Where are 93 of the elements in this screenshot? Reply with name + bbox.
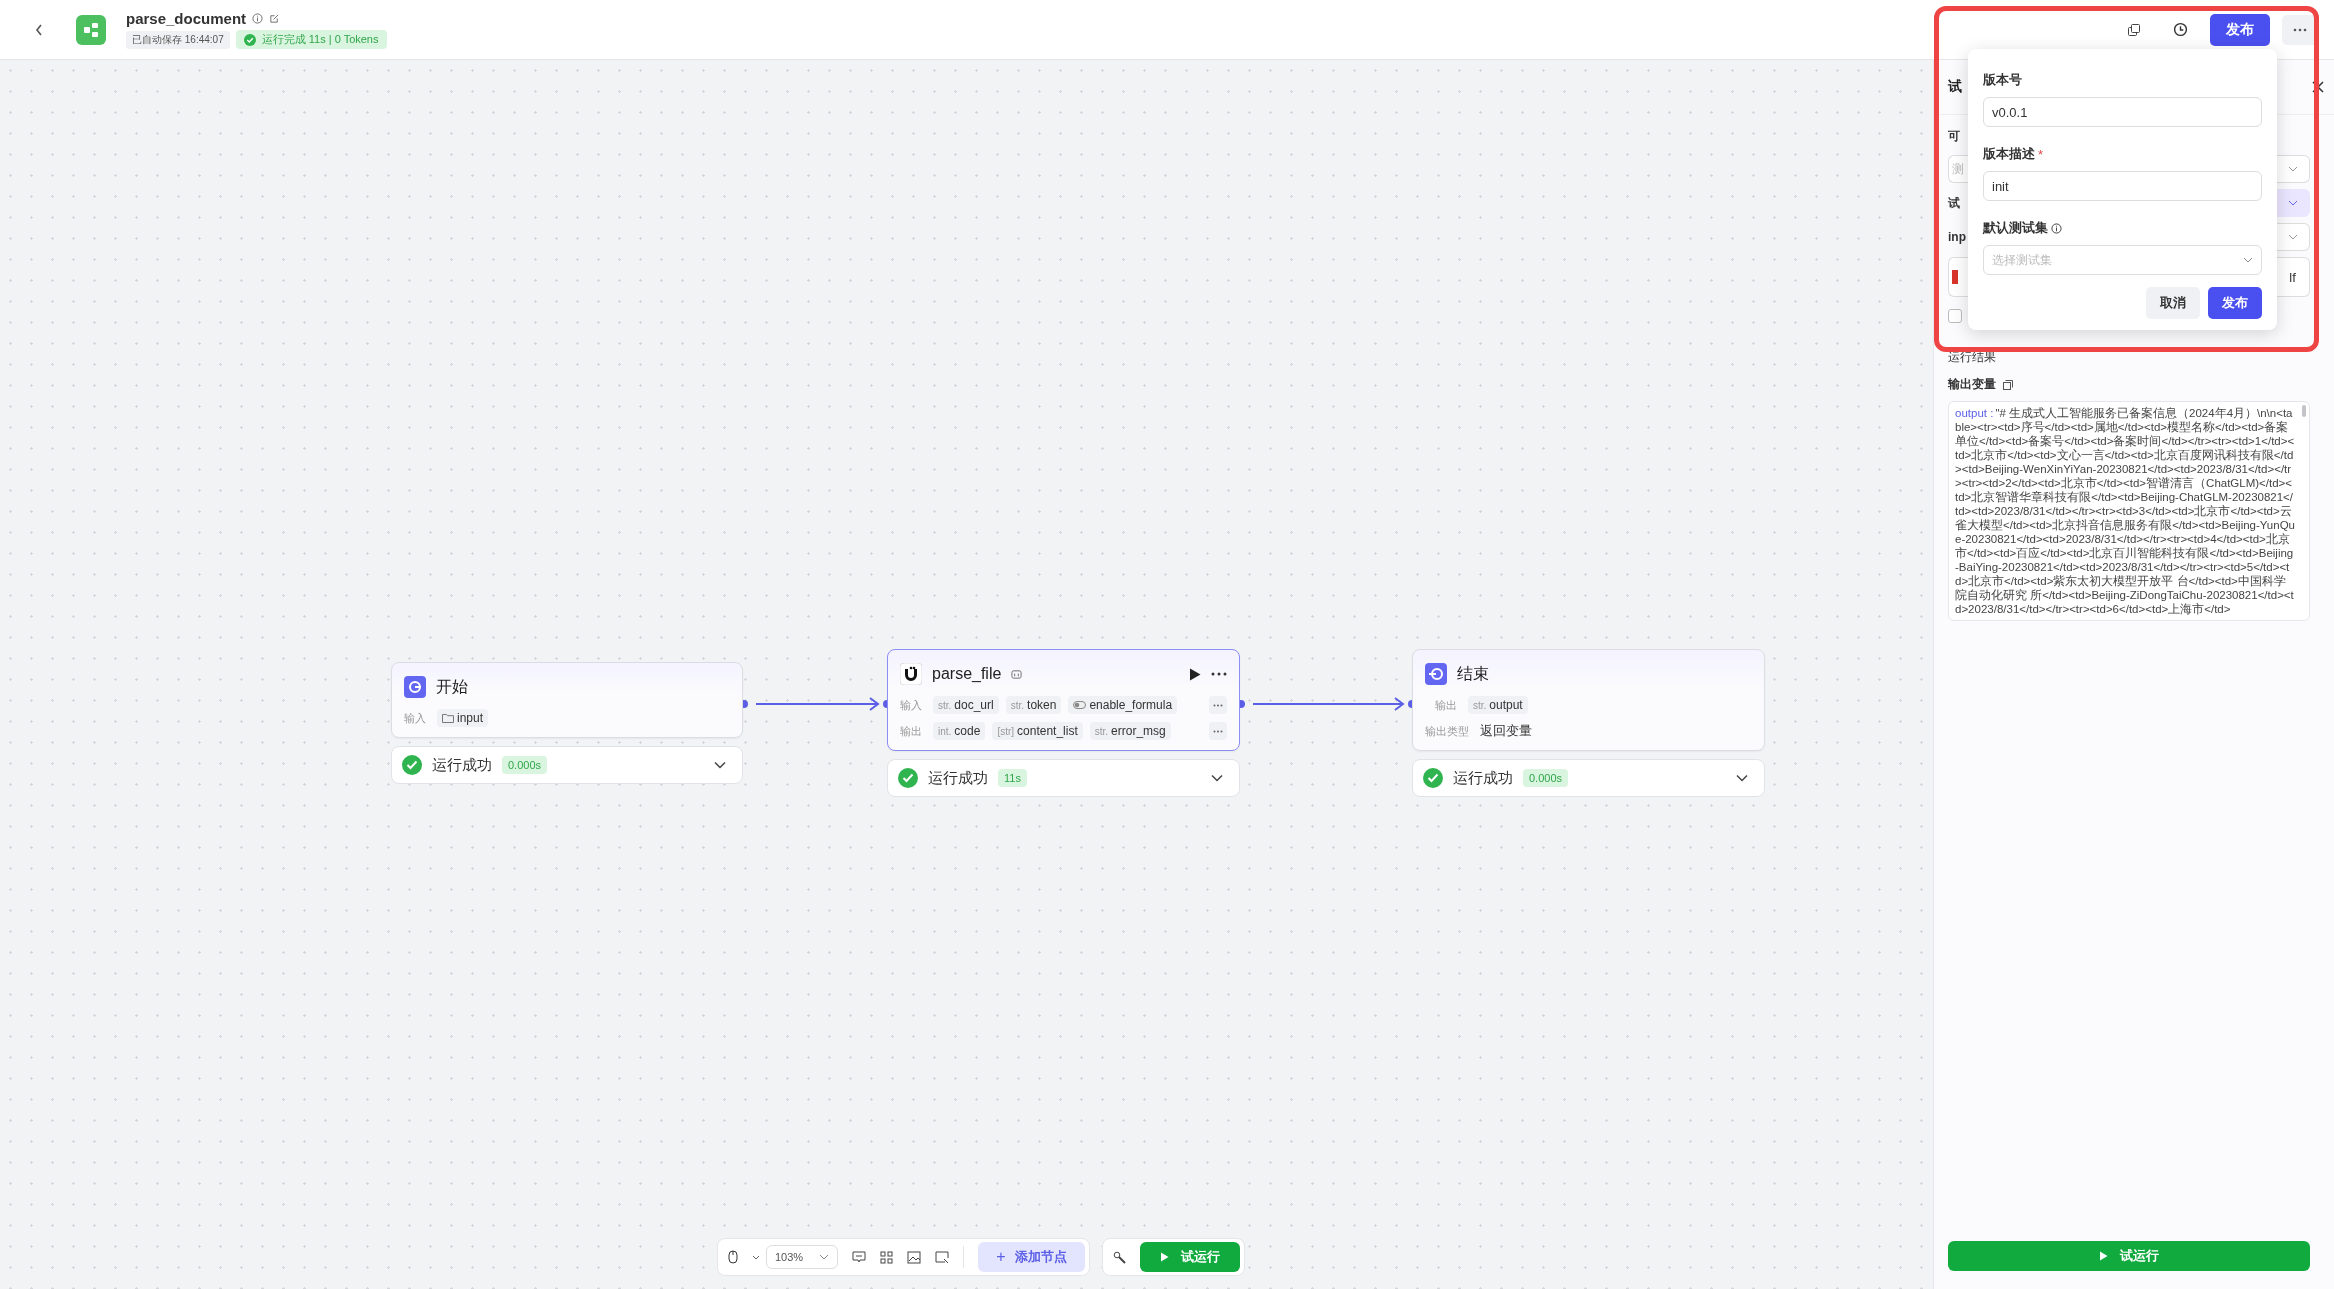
section-title: 输出变量 [1948, 376, 1996, 393]
wrench-icon[interactable] [1113, 1250, 1127, 1264]
info-icon[interactable] [2051, 222, 2062, 234]
scrollbar-thumb[interactable] [2302, 405, 2306, 417]
variable-chip: str. output [1468, 696, 1528, 714]
file-card: lf [2276, 257, 2310, 297]
workflow-node-card[interactable]: 开始 输入 input [391, 662, 743, 738]
row-label: 输入 [404, 710, 426, 726]
workflow-node-card[interactable]: parse_file 输入 str. doc_url str. token enable_formula 输出 int. code [str] content_list str. error_msg [887, 649, 1240, 751]
duration-badge: 0.000s [1523, 769, 1569, 787]
close-icon[interactable] [2312, 81, 2324, 93]
link-icon [1011, 668, 1023, 680]
zoom-select[interactable]: 103% [766, 1245, 839, 1269]
section-title: 运行结果 [1948, 349, 1997, 366]
node-title: 开始 [436, 676, 468, 697]
field-label: 版本号 [1983, 71, 2023, 89]
add-node-button[interactable]: + 添加节点 [978, 1242, 1086, 1272]
copy-icon[interactable] [2003, 379, 2013, 390]
variable-chip: [str] content_list [992, 722, 1083, 740]
duration-badge: 0.000s [502, 756, 548, 774]
more-icon[interactable] [1211, 672, 1227, 676]
variable-chip: input [437, 709, 489, 727]
autosave-badge: 已自动保存 16:44:07 [126, 30, 230, 49]
tool-logo-icon [900, 663, 922, 685]
field-label: 试 [1948, 194, 1960, 212]
start-node-icon [404, 676, 426, 698]
required-mark: * [2038, 146, 2044, 162]
pdf-icon [1952, 270, 1958, 284]
workflow-node-card[interactable]: 结束 输出 str. output 输出类型 返回变量 [1412, 649, 1765, 751]
folder-icon [442, 713, 454, 723]
chevron-down-icon[interactable] [714, 761, 726, 769]
output-text: output : "# 生成式人工智能服务已备案信息（2024年4月）\n\n<table><tr><td>序号</td><td>属地</td><td>模型名称</td><td>备案单位</td><td>备案号</td><td>备案时间</td></tr><tr><td>1</td><td>北京市</td><td>文心一言</td><td>北京百度网讯科技有限</td><td>Beijing-WenXinYiYan-20230821</td><td>2023/8/31</td></tr><tr><td>2</td><td>北京市</td><td>智谱清言（ChatGLM)</td><td>北京智谱华章科技有限</td><td>Beijing-ChatGLM-20230821</td><td>2023/8/31</td></tr><tr><td>3</td><td>北京市</td><td>云雀大模型</td><td>北京抖音信息服务有限</td><td>Beijing-YunQue-20230821</td><td>2023/8/31</td></tr><tr><td>4</td><td>北京市</td><td>百应</td><td>北京百川智能科技有限</td><td>Beijing-BaiYing-20230821</td><td>2023/8/31</td></tr><tr><td>5</td><td>北京市</td><td>紫东太初大模型开放平 台</td><td>中国科学院自动化研究 所</td><td>Beijing-ZiDongTaiChu-20230821</td><td>2023/8/31</td></tr><tr><td>6</td><td>上海市</td> [1955, 406, 2295, 616]
node-title: parse_file [932, 665, 1002, 683]
variable-chip: str. error_msg [1089, 722, 1171, 740]
image-icon[interactable] [907, 1250, 922, 1264]
comment-icon[interactable] [852, 1250, 867, 1264]
publish-button[interactable]: 发布 [2208, 287, 2262, 319]
app-logo-icon [76, 14, 106, 45]
row-label: 输出类型 [1425, 723, 1469, 739]
row-label: 输出 [1435, 697, 1457, 713]
status-label: 运行成功 [928, 768, 988, 788]
chevron-down-icon [2243, 257, 2253, 263]
more-icon [1213, 703, 1223, 707]
chevron-down-icon [819, 1254, 830, 1260]
play-icon[interactable] [1189, 667, 1201, 681]
run-status-bar[interactable]: 运行成功 0.000s [1412, 759, 1765, 797]
select-field[interactable] [2276, 223, 2310, 251]
mouse-icon[interactable] [728, 1250, 738, 1264]
copy-icon[interactable] [2127, 22, 2141, 37]
variable-chip: enable_formula [1068, 696, 1178, 714]
publish-button[interactable]: 发布 [2210, 13, 2270, 46]
edit-icon[interactable] [269, 13, 281, 24]
node-title: 结束 [1457, 663, 1489, 684]
field-label: 可 [1948, 127, 1960, 145]
more-icon [1213, 729, 1223, 733]
workflow-title: parse_document [126, 10, 247, 27]
frame-icon[interactable] [935, 1250, 950, 1264]
toggle-icon [1073, 701, 1087, 709]
checkbox[interactable] [1948, 309, 1962, 323]
variable-chip: int. code [933, 722, 986, 740]
field-label: 版本描述 [1983, 145, 2035, 163]
run-status-bar[interactable]: 运行成功 0.000s [391, 746, 743, 784]
chevron-down-icon [2287, 166, 2298, 172]
chevron-down-icon[interactable] [1736, 774, 1748, 782]
duration-badge: 11s [998, 769, 1027, 787]
play-icon [2099, 1251, 2108, 1261]
end-node-icon [1425, 663, 1447, 685]
run-status-badge: 运行完成 11s | 0 Tokens [235, 30, 387, 49]
info-icon[interactable] [252, 13, 264, 24]
variable-chip: str. doc_url [933, 696, 999, 714]
field-label: 默认测试集 [1983, 219, 2048, 237]
row-label: 输入 [900, 697, 922, 713]
chevron-down-icon[interactable] [1211, 774, 1223, 782]
chevron-down-icon [2288, 200, 2298, 206]
caret-icon[interactable] [752, 1254, 760, 1260]
status-label: 运行成功 [432, 755, 492, 775]
panel-title: 试 [1948, 78, 1962, 96]
output-type-value: 返回变量 [1480, 722, 1532, 740]
cancel-button[interactable]: 取消 [2146, 287, 2200, 319]
history-icon[interactable] [2173, 22, 2188, 37]
more-icon [2293, 27, 2307, 32]
play-icon [1160, 1252, 1170, 1262]
chevron-down-icon [2287, 234, 2298, 240]
field-label: inp [1948, 230, 1966, 244]
back-icon[interactable] [34, 22, 44, 37]
run-status-bar[interactable]: 运行成功 11s [887, 759, 1240, 797]
description-input[interactable]: init [1983, 171, 2262, 201]
variable-chip: str. token [1005, 696, 1062, 714]
grid-icon[interactable] [880, 1250, 894, 1264]
row-label: 输出 [900, 723, 922, 739]
version-input[interactable]: v0.0.1 [1983, 97, 2262, 127]
status-label: 运行成功 [1453, 768, 1513, 788]
select-field[interactable] [2276, 155, 2310, 183]
